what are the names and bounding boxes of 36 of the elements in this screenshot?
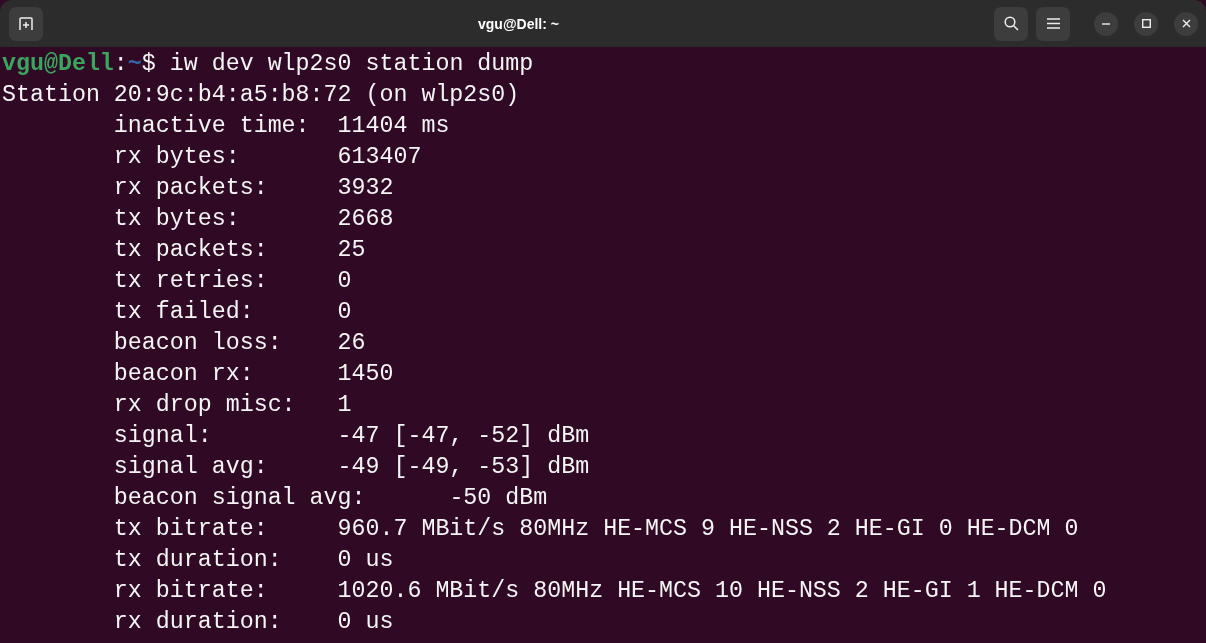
output-line: tx failed: 0 <box>112 299 352 325</box>
prompt-user-host: vgu@Dell <box>2 51 114 77</box>
minimize-icon <box>1102 22 1110 25</box>
output-line: rx drop misc: 1 <box>112 392 352 418</box>
maximize-button[interactable] <box>1134 11 1158 36</box>
prompt-separator: : <box>113 51 128 77</box>
output-line: tx retries: 0 <box>112 268 352 294</box>
output-line: rx duration: 0 us <box>112 609 394 635</box>
new-tab-icon <box>19 16 33 31</box>
output-line: rx bytes: 613407 <box>112 144 422 170</box>
new-tab-button[interactable] <box>9 6 43 41</box>
output-line: tx bitrate: 960.7 MBit/s 80MHz HE-MCS 9 HE-NSS 2 HE-GI 0 HE-DCM 0 <box>112 516 1079 542</box>
close-icon <box>1181 19 1191 28</box>
output-line: beacon loss: 26 <box>112 330 366 356</box>
output-line: signal: -47 [-47, -52] dBm <box>112 423 590 449</box>
output-line: signal avg: -49 [-49, -53] dBm <box>112 454 590 480</box>
output-line: inactive time: 11404 ms <box>112 113 450 139</box>
menu-icon <box>1046 18 1060 29</box>
search-button[interactable] <box>994 6 1028 41</box>
output-line: beacon signal avg: -50 dBm <box>112 485 548 511</box>
output-line: tx packets: 25 <box>112 237 366 263</box>
output-line: beacon rx: 1450 <box>112 361 394 387</box>
close-button[interactable] <box>1174 11 1198 36</box>
window-title: vgu@Dell: ~ <box>478 15 559 32</box>
menu-button[interactable] <box>1036 6 1070 41</box>
maximize-icon <box>1141 19 1151 28</box>
minimize-button[interactable] <box>1094 11 1118 36</box>
command-text: iw dev wlp2s0 station dump <box>169 51 534 77</box>
prompt-symbol: $ <box>141 51 157 77</box>
output-line: rx packets: 3932 <box>112 175 394 201</box>
output-line: tx duration: 0 us <box>112 547 394 573</box>
output-line: rx bitrate: 1020.6 MBit/s 80MHz HE-MCS 10 HE-NSS 2 HE-GI 1 HE-DCM 0 <box>112 578 1107 604</box>
search-icon <box>1003 16 1019 31</box>
output-line: Station 20:9c:b4:a5:b8:72 (on wlp2s0) <box>2 82 520 108</box>
prompt-path: ~ <box>127 51 142 77</box>
output-line: tx bytes: 2668 <box>112 206 394 232</box>
